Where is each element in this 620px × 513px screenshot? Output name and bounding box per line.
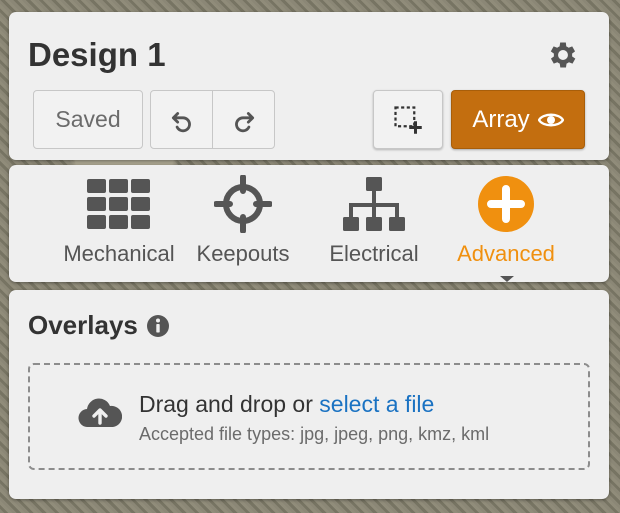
gear-icon[interactable] (546, 38, 580, 72)
info-icon[interactable] (146, 314, 170, 338)
redo-button[interactable] (212, 90, 275, 149)
tab-keepouts-label: Keepouts (196, 241, 290, 266)
tab-electrical-label: Electrical (329, 241, 419, 266)
tab-advanced-label: Advanced (457, 241, 555, 266)
overlays-heading: Overlays (28, 310, 170, 341)
hierarchy-icon (343, 177, 405, 231)
array-label: Array (472, 105, 530, 133)
crosshair-icon (214, 175, 272, 233)
selection-add-icon (394, 105, 422, 134)
file-dropzone[interactable]: Drag and drop or select a file Accepted … (28, 363, 590, 470)
design-header-panel: Design 1 Saved Array (9, 12, 609, 160)
select-area-button[interactable] (373, 90, 443, 149)
plus-circle-icon (478, 176, 534, 232)
undo-icon (171, 111, 191, 132)
array-button[interactable]: Array (451, 90, 585, 149)
overlays-panel: Overlays Drag and drop or select a file … (9, 290, 609, 499)
tab-mechanical[interactable]: Mechanical (55, 175, 183, 275)
dropzone-instructions: Drag and drop or select a file (139, 391, 434, 418)
category-tabs-panel: Mechanical Keepouts Electrical Advanced (9, 165, 609, 282)
tab-keepouts[interactable]: Keepouts (179, 175, 307, 275)
tab-electrical[interactable]: Electrical (310, 175, 438, 275)
tab-mechanical-label: Mechanical (63, 241, 175, 266)
drop-text: Drag and drop or (139, 391, 313, 417)
overlays-title: Overlays (28, 310, 138, 340)
eye-icon (537, 113, 564, 126)
grid-icon (87, 179, 150, 229)
cloud-upload-icon (78, 398, 122, 428)
accepted-file-types: Accepted file types: jpg, jpeg, png, kmz… (139, 424, 490, 444)
design-title: Design 1 (28, 36, 166, 73)
active-tab-caret-icon (500, 276, 514, 282)
undo-button[interactable] (150, 90, 213, 149)
tab-advanced[interactable]: Advanced (442, 175, 570, 275)
select-file-link[interactable]: select a file (319, 391, 434, 417)
saved-button[interactable]: Saved (33, 90, 143, 149)
redo-icon (234, 111, 254, 132)
